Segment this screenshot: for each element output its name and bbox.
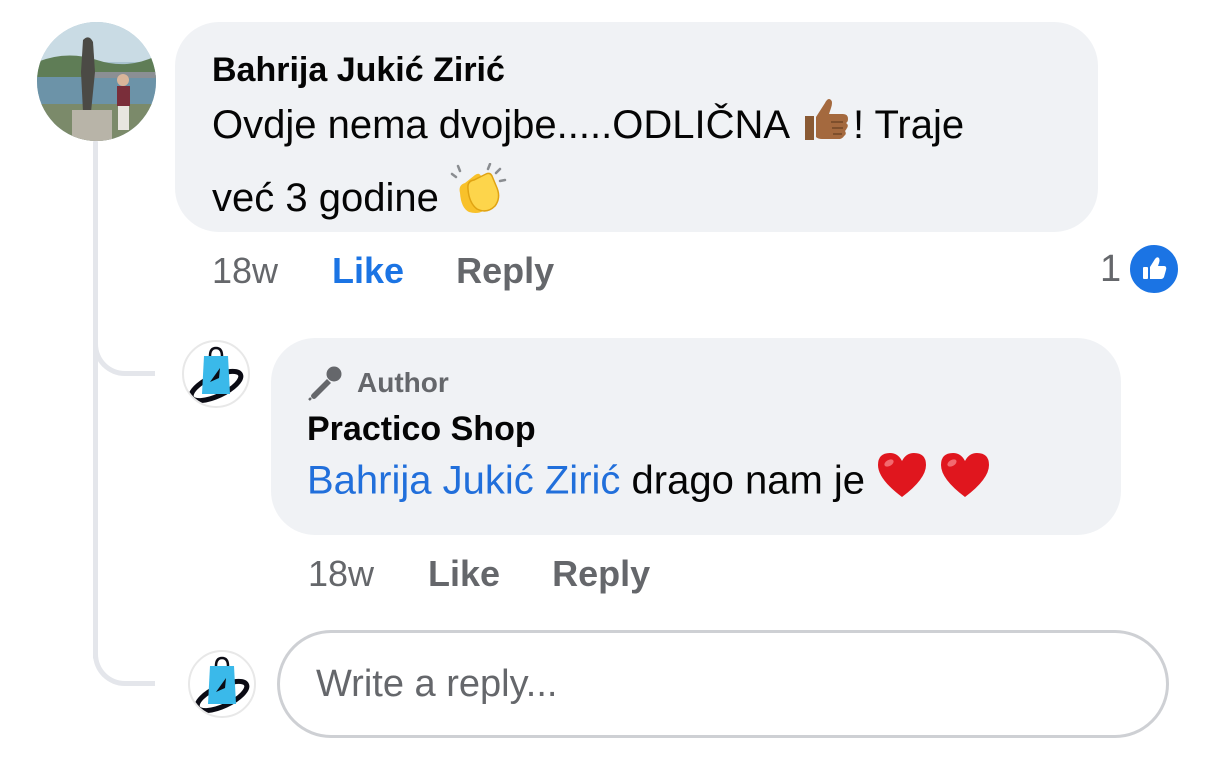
author-badge: Author: [307, 365, 1085, 401]
comment-timestamp[interactable]: 18w: [212, 250, 278, 292]
avatar-photo: [37, 22, 156, 141]
reaction-count: 1: [1100, 247, 1122, 290]
comment-text-part2: ! Traje: [852, 103, 965, 148]
thread-branch-composer: [93, 646, 155, 686]
reply-button[interactable]: Reply: [456, 250, 554, 292]
reply-timestamp[interactable]: 18w: [308, 553, 374, 595]
reply-like-button[interactable]: Like: [428, 553, 500, 595]
thread-branch-reply: [93, 336, 155, 376]
reply-text: Bahrija Jukić Zirić drago nam je: [307, 451, 1085, 515]
author-badge-label: Author: [357, 367, 449, 398]
reply-bubble: Author Practico Shop Bahrija Jukić Zirić…: [271, 338, 1121, 535]
shopping-bag-logo-icon: [194, 656, 250, 714]
comment-actions: 18w Like Reply: [212, 247, 606, 295]
comment-author-name[interactable]: Bahrija Jukić Zirić: [212, 48, 1060, 92]
microphone-icon: [308, 366, 342, 401]
comment-text-line2: već 3 godine: [212, 176, 439, 221]
reply-input[interactable]: [277, 630, 1169, 738]
reply-actions: 18w Like Reply: [308, 550, 702, 598]
comment-bubble: Bahrija Jukić Zirić Ovdje nema dvojbe...…: [175, 22, 1098, 232]
like-reaction-icon: [1127, 242, 1182, 296]
reply-author-name[interactable]: Practico Shop: [307, 407, 1085, 451]
shopping-bag-logo-icon: [188, 346, 244, 404]
like-button[interactable]: Like: [332, 250, 404, 292]
red-heart-icon: [939, 451, 991, 515]
thread-line: [93, 140, 98, 660]
clapping-hands-icon: [450, 162, 508, 238]
shop-avatar[interactable]: [182, 340, 250, 408]
avatar[interactable]: [37, 22, 156, 141]
mention-link[interactable]: Bahrija Jukić Zirić: [307, 459, 620, 503]
reply-text-body: drago nam je: [631, 458, 866, 503]
composer-avatar: [188, 650, 256, 718]
thumbs-up-icon: [799, 92, 853, 163]
red-heart-icon: [876, 451, 928, 515]
reply-reply-button[interactable]: Reply: [552, 553, 650, 595]
comment-text-part1: Ovdje nema dvojbe.....ODLIČNA: [212, 103, 788, 148]
reaction-summary[interactable]: 1: [1100, 242, 1182, 296]
comment-text: Ovdje nema dvojbe.....ODLIČNA ! Traje ve…: [212, 92, 1060, 238]
